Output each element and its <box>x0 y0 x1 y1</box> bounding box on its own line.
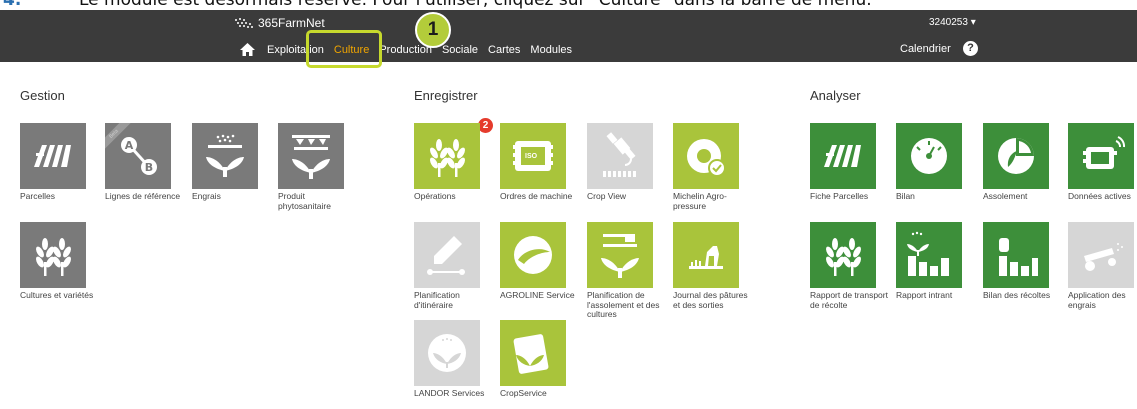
iso-label: ISO <box>525 153 538 160</box>
step-number: 4. <box>3 0 22 10</box>
svg-text:A: A <box>125 139 134 152</box>
device-icon <box>1083 136 1126 169</box>
satellite-icon <box>603 132 636 177</box>
logo-text: 365FarmNet <box>258 16 325 30</box>
tile-fiche-parcelles[interactable]: Fiche Parcelles <box>810 123 892 202</box>
agroline-icon <box>514 236 552 274</box>
tile-application-des-engrais[interactable]: Application des engrais <box>1068 222 1137 310</box>
help-icon[interactable]: ? <box>963 41 978 56</box>
tile-planification-assolement[interactable]: Planification de l'assolement et des cul… <box>587 222 669 320</box>
field-icon <box>34 145 71 167</box>
tire-icon <box>687 139 726 177</box>
fertilizer-icon <box>206 134 244 177</box>
route-pen-icon <box>427 236 465 275</box>
account-menu[interactable]: 3240253 ▾ <box>929 17 976 28</box>
input-chart-icon <box>907 231 949 276</box>
callout-number: 1 <box>415 12 451 48</box>
field-icon <box>824 145 861 167</box>
nav-modules[interactable]: Modules <box>530 44 572 56</box>
plan-crop-icon <box>601 234 639 278</box>
instruction-text: Le module est désormais réservé. Pour l'… <box>79 0 872 10</box>
spreader-icon <box>1084 243 1123 271</box>
tile-agroline-service[interactable]: AGROLINE Service <box>500 222 582 301</box>
tile-crop-view[interactable]: Crop View <box>587 123 669 202</box>
spray-icon <box>292 135 330 179</box>
top-navigation-bar: 365FarmNet 3240253 ▾ Exploitation Cultur… <box>0 10 1137 62</box>
tile-michelin-agro-pressure[interactable]: Michelin Agro-pressure <box>673 123 755 211</box>
tile-ordres-de-machine[interactable]: ISO Ordres de machine <box>500 123 582 202</box>
ab-line-icon: AB <box>121 137 157 175</box>
calendar-link[interactable]: Calendrier <box>900 43 951 55</box>
tile-parcelles[interactable]: Parcelles <box>20 123 102 202</box>
tile-engrais[interactable]: Engrais <box>192 123 274 202</box>
tile-rapport-intrant[interactable]: Rapport intrant <box>896 222 978 301</box>
instruction-line: 4. Le module est désormais réservé. Pour… <box>0 0 1137 10</box>
nav-sociale[interactable]: Sociale <box>442 44 478 56</box>
tile-journal-des-patures[interactable]: Journal des pâtures et des sorties <box>673 222 755 310</box>
tile-donnees-actives[interactable]: Données actives <box>1068 123 1137 202</box>
tile-produit-phytosanitaire[interactable]: Produit phytosanitaire <box>278 123 360 211</box>
tile-cropservice[interactable]: CropService <box>500 320 582 399</box>
landor-icon <box>428 334 466 372</box>
tile-cultures-et-varietes[interactable]: Cultures et variétés <box>20 222 102 301</box>
section-title-analyser: Analyser <box>810 88 861 103</box>
tile-bilan[interactable]: Bilan <box>896 123 978 202</box>
tile-planification-itineraire[interactable]: Planification d'itinéraire <box>414 222 496 310</box>
pasture-icon <box>689 246 723 269</box>
tile-assolement[interactable]: Assolement <box>983 123 1065 202</box>
nav-cartes[interactable]: Cartes <box>488 44 520 56</box>
grain-icon <box>430 139 465 177</box>
callout-highlight-culture <box>306 30 382 68</box>
section-title-enregistrer: Enregistrer <box>414 88 478 103</box>
grain-icon <box>826 238 861 276</box>
svg-text:B: B <box>145 161 153 174</box>
section-title-gestion: Gestion <box>20 88 65 103</box>
cropservice-icon <box>513 334 549 374</box>
grain-icon <box>36 238 71 276</box>
tile-bilan-des-recoltes[interactable]: Bilan des récoltes <box>983 222 1065 301</box>
pie-leaf-icon <box>998 138 1034 174</box>
tile-rapport-transport-recolte[interactable]: Rapport de transport de récolte <box>810 222 892 310</box>
logo[interactable]: 365FarmNet <box>233 16 325 30</box>
tile-operations[interactable]: Opérations <box>414 123 496 202</box>
tile-lignes-de-reference[interactable]: Beta AB Lignes de référence <box>105 123 187 202</box>
logo-icon <box>235 18 253 28</box>
harvest-chart-icon <box>999 238 1038 276</box>
gauge-icon <box>911 138 947 174</box>
main-nav: Exploitation Culture Production Sociale … <box>240 43 582 56</box>
home-icon[interactable] <box>240 43 255 56</box>
tile-landor-services[interactable]: LANDOR Services <box>414 320 496 399</box>
